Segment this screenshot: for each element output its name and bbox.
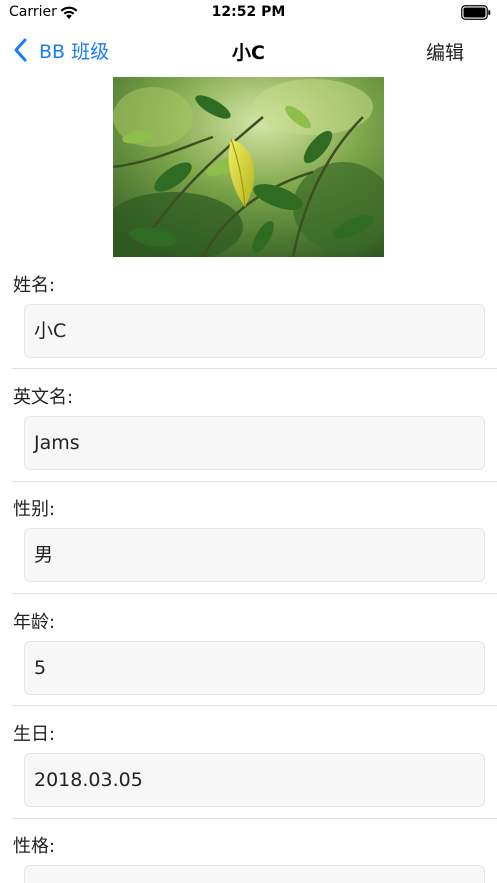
personality-field[interactable] bbox=[24, 865, 485, 883]
divider bbox=[12, 481, 497, 482]
page-title: 小C bbox=[232, 42, 265, 64]
status-time: 12:52 PM bbox=[211, 4, 286, 20]
student-photo bbox=[113, 77, 384, 257]
english-name-field[interactable]: Jams bbox=[24, 416, 485, 470]
age-field[interactable]: 5 bbox=[24, 641, 485, 695]
divider bbox=[12, 705, 497, 706]
status-bar: Carrier 12:52 PM bbox=[0, 0, 497, 26]
english-name-label: 英文名: bbox=[13, 387, 74, 408]
battery-icon bbox=[461, 5, 491, 20]
gender-label: 性别: bbox=[13, 499, 56, 520]
leaf-photo-icon bbox=[113, 77, 384, 257]
birthday-label: 生日: bbox=[13, 724, 56, 745]
name-label: 姓名: bbox=[13, 275, 56, 296]
navigation-bar: BB 班级 小C 编辑 bbox=[0, 26, 497, 74]
divider bbox=[12, 593, 497, 594]
age-label: 年龄: bbox=[13, 612, 56, 633]
personality-label: 性格: bbox=[13, 836, 56, 857]
edit-button[interactable]: 编辑 bbox=[426, 38, 464, 65]
birthday-field[interactable]: 2018.03.05 bbox=[24, 753, 485, 807]
student-detail-screen: Carrier 12:52 PM BB 班级 小C 编辑 姓名: 小C 英文名:… bbox=[0, 0, 497, 883]
gender-field[interactable]: 男 bbox=[24, 528, 485, 582]
name-field[interactable]: 小C bbox=[24, 304, 485, 358]
divider bbox=[12, 368, 497, 369]
divider bbox=[12, 818, 497, 819]
